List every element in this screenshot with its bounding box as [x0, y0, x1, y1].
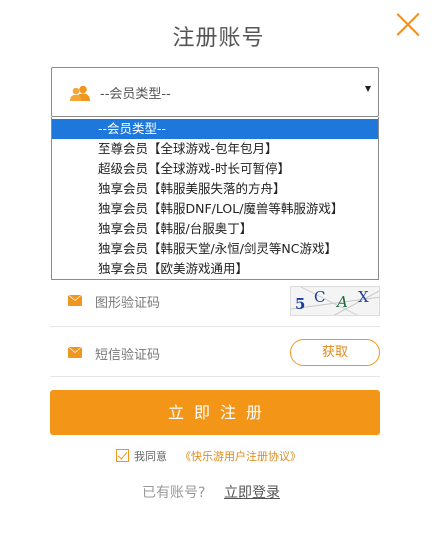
captcha-image[interactable]: 5 C A X [290, 286, 380, 316]
divider [50, 326, 380, 327]
dropdown-option[interactable]: 独享会员【韩服天堂/永恒/剑灵等NC游戏】 [52, 239, 378, 259]
captcha-char: X [358, 288, 369, 306]
agree-checkbox[interactable] [116, 449, 129, 462]
dropdown-option[interactable]: 独享会员【韩服/台服奥丁】 [52, 219, 378, 239]
captcha-input[interactable]: 图形验证码 [95, 292, 160, 311]
dropdown-option[interactable]: 超级会员【全球游戏-时长可暂停】 [52, 159, 378, 179]
get-code-button[interactable]: 获取 [290, 339, 380, 366]
member-type-select[interactable]: --会员类型-- [51, 67, 379, 117]
agree-label: 我同意 [134, 450, 167, 463]
sms-code-input[interactable]: 短信验证码 [95, 344, 160, 363]
mail-icon [68, 347, 82, 358]
dropdown-option[interactable]: 独享会员【欧美游戏通用】 [52, 259, 378, 279]
member-type-value: --会员类型-- [100, 87, 171, 102]
captcha-char: 5 [295, 295, 306, 313]
agreement-link[interactable]: 《快乐游用户注册协议》 [180, 448, 301, 464]
user-group-icon [70, 85, 90, 101]
captcha-char: C [314, 288, 326, 306]
dropdown-arrow-icon[interactable] [365, 86, 371, 92]
member-type-dropdown: --会员类型-- 至尊会员【全球游戏-包年包月】 超级会员【全球游戏-时长可暂停… [51, 117, 379, 280]
dropdown-option[interactable]: 至尊会员【全球游戏-包年包月】 [52, 139, 378, 159]
divider [50, 376, 380, 377]
dropdown-option[interactable]: 独享会员【韩服美服失落的方舟】 [52, 179, 378, 199]
page-title: 注册账号 [172, 26, 265, 51]
close-icon[interactable] [395, 10, 423, 38]
register-button[interactable]: 立即注册 [50, 390, 380, 435]
dropdown-option[interactable]: 独享会员【韩服DNF/LOL/魔兽等韩服游戏】 [52, 199, 378, 219]
have-account-text: 已有账号? [142, 485, 206, 501]
captcha-char: A [337, 293, 348, 311]
dropdown-option[interactable]: --会员类型-- [52, 119, 378, 139]
mail-icon [68, 295, 82, 306]
login-link[interactable]: 立即登录 [224, 482, 280, 502]
